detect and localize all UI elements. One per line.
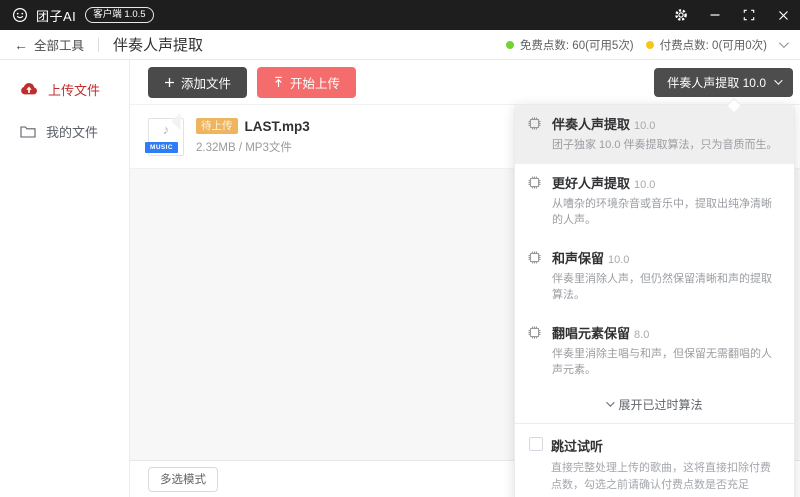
version-badge: 客户端 1.0.5	[85, 7, 153, 23]
free-points-dot	[506, 41, 514, 49]
multi-select-mode-button[interactable]: 多选模式	[148, 467, 218, 492]
titlebar: 团子AI 客户端 1.0.5	[0, 0, 800, 30]
header-divider	[98, 38, 99, 52]
algorithm-option-cover-elements-keep[interactable]: 翻唱元素保留 8.0 伴奏里消除主唱与和声，但保留无需翻唱的人声元素。	[515, 314, 794, 389]
sidebar-item-label: 上传文件	[48, 80, 100, 99]
chevron-down-icon	[607, 398, 615, 406]
settings-gear-icon[interactable]	[664, 0, 698, 30]
skip-preview-section: 跳过试听 直接完整处理上传的歌曲，这将直接扣除付费点数，勾选之前请确认付费点数是…	[515, 424, 794, 497]
minimize-button[interactable]	[698, 0, 732, 30]
skip-preview-description: 直接完整处理上传的歌曲，这将直接扣除付费点数，勾选之前请确认付费点数是否充足	[551, 460, 780, 494]
skip-preview-label[interactable]: 跳过试听	[551, 436, 780, 455]
free-points-label: 免费点数: 60(可用5次)	[520, 37, 634, 53]
option-version: 10.0	[608, 254, 629, 266]
option-description: 团子独家 10.0 伴奏提取算法，只为音质而生。	[552, 138, 778, 154]
upload-status-badge: 待上传	[196, 118, 238, 134]
toolbar: 添加文件 开始上传 伴奏人声提取 10.0	[130, 60, 800, 105]
chip-icon	[527, 325, 542, 340]
start-upload-label: 开始上传	[290, 73, 340, 92]
paid-points-label: 付费点数: 0(可用0次)	[660, 37, 767, 53]
paid-points-dot	[646, 41, 654, 49]
sidebar-item-upload-files[interactable]: 上传文件	[0, 68, 129, 110]
plus-icon	[164, 77, 175, 88]
algorithm-option-better-vocal-extract[interactable]: 更好人声提取 10.0 从嘈杂的环境杂音或音乐中，提取出纯净清晰的人声。	[515, 164, 794, 239]
option-title: 和声保留	[552, 251, 604, 266]
upload-cloud-icon	[20, 82, 38, 96]
option-title: 翻唱元素保留	[552, 326, 630, 341]
app-window: 团子AI 客户端 1.0.5 ← 全部工具 伴奏人声提取 免费点数:	[0, 0, 800, 497]
page-title: 伴奏人声提取	[113, 34, 203, 55]
option-description: 从嘈杂的环境杂音或音乐中，提取出纯净清晰的人声。	[552, 197, 782, 229]
music-file-icon: ♪ MUSIC	[148, 118, 184, 156]
option-version: 10.0	[634, 179, 655, 191]
option-description: 伴奏里消除主唱与和声，但保留无需翻唱的人声元素。	[552, 347, 782, 379]
upload-arrow-icon	[273, 76, 284, 88]
close-button[interactable]	[766, 0, 800, 30]
algorithm-option-harmony-keep[interactable]: 和声保留 10.0 伴奏里消除人声，但仍然保留清晰和声的提取算法。	[515, 239, 794, 314]
folder-icon	[20, 125, 36, 138]
add-file-button[interactable]: 添加文件	[148, 67, 247, 98]
app-logo-icon	[12, 7, 28, 23]
chip-icon	[527, 116, 542, 131]
points-chevron-down-icon	[779, 38, 789, 48]
points-summary[interactable]: 免费点数: 60(可用5次) 付费点数: 0(可用0次)	[506, 37, 786, 53]
back-label: 全部工具	[34, 35, 84, 54]
back-arrow-icon: ←	[14, 37, 28, 53]
option-title: 更好人声提取	[552, 176, 630, 191]
algorithm-selector-label: 伴奏人声提取 10.0	[667, 74, 766, 91]
algorithm-selector-button[interactable]: 伴奏人声提取 10.0	[654, 68, 793, 97]
back-to-all-tools[interactable]: ← 全部工具	[14, 35, 84, 54]
page-header: ← 全部工具 伴奏人声提取 免费点数: 60(可用5次) 付费点数: 0(可用0…	[0, 30, 800, 60]
file-meta: 2.32MB / MP3文件	[196, 139, 310, 155]
algorithm-option-accompaniment-vocal-extract[interactable]: 伴奏人声提取 10.0 团子独家 10.0 伴奏提取算法，只为音质而生。	[515, 105, 794, 164]
chip-icon	[527, 175, 542, 190]
chevron-down-icon	[774, 76, 782, 84]
option-version: 10.0	[634, 120, 655, 132]
start-upload-button[interactable]: 开始上传	[257, 67, 356, 98]
sidebar-item-my-files[interactable]: 我的文件	[0, 110, 129, 152]
add-file-label: 添加文件	[181, 73, 231, 92]
app-name: 团子AI	[36, 6, 76, 25]
file-name: LAST.mp3	[245, 119, 310, 134]
expand-label: 展开已过时算法	[618, 396, 702, 413]
music-type-tag: MUSIC	[145, 142, 178, 153]
option-version: 8.0	[634, 329, 649, 341]
option-title: 伴奏人声提取	[552, 117, 630, 132]
option-description: 伴奏里消除人声，但仍然保留清晰和声的提取算法。	[552, 272, 782, 304]
expand-deprecated-algorithms[interactable]: 展开已过时算法	[515, 389, 794, 423]
sidebar: 上传文件 我的文件	[0, 60, 130, 497]
skip-preview-checkbox[interactable]	[529, 437, 543, 451]
sidebar-item-label: 我的文件	[46, 122, 98, 141]
algorithm-dropdown-panel: 伴奏人声提取 10.0 团子独家 10.0 伴奏提取算法，只为音质而生。 更好人声…	[514, 104, 795, 497]
chip-icon	[527, 250, 542, 265]
maximize-button[interactable]	[732, 0, 766, 30]
